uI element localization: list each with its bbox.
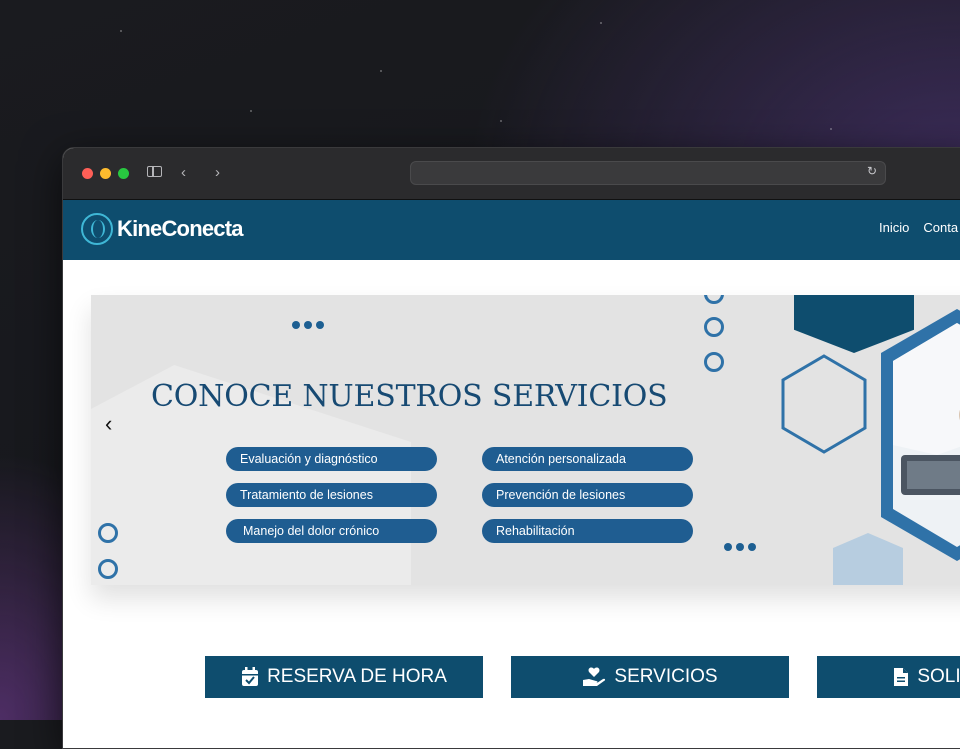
- hero-title: CONOCE NUESTROS SERVICIOS: [151, 379, 668, 414]
- service-pill: Atención personalizada: [482, 447, 693, 471]
- request-button[interactable]: SOLICITUD: [817, 656, 960, 698]
- star: [380, 70, 382, 72]
- decorative-hexagon-outline: [781, 354, 867, 454]
- service-pill: Prevención de lesiones: [482, 483, 693, 507]
- decorative-dots: [292, 321, 324, 329]
- brand-name: KineConecta: [117, 216, 243, 241]
- calendar-check-icon: [242, 667, 259, 686]
- decorative-ring: [704, 295, 724, 304]
- reserve-appointment-button[interactable]: RESERVA DE HORA: [205, 656, 483, 698]
- star: [500, 120, 502, 122]
- nav-link-contacto[interactable]: Conta: [923, 220, 958, 235]
- request-label: SOLICITUD: [917, 666, 960, 687]
- hand-heart-icon: [583, 667, 606, 686]
- reload-icon[interactable]: ↻: [867, 164, 877, 178]
- browser-window: ‹ › ↻ KineConecta Inicio Conta ‹ CONOCE …: [62, 147, 960, 749]
- sidebar-toggle-icon[interactable]: [147, 166, 162, 177]
- address-bar[interactable]: ↻: [410, 161, 886, 185]
- kine-logo-icon: [81, 213, 113, 245]
- decorative-ring: [98, 523, 118, 543]
- decorative-ring: [98, 559, 118, 579]
- services-button[interactable]: SERVICIOS: [511, 656, 789, 698]
- star: [600, 22, 602, 24]
- browser-titlebar: ‹ › ↻: [63, 148, 960, 200]
- forward-arrow-icon[interactable]: ›: [215, 162, 220, 184]
- site-logo[interactable]: KineConecta: [81, 212, 243, 246]
- document-icon: [894, 668, 909, 686]
- back-arrow-icon[interactable]: ‹: [181, 162, 186, 184]
- service-pill: Manejo del dolor crónico: [226, 519, 437, 543]
- star: [830, 128, 832, 130]
- star: [250, 110, 252, 112]
- service-pill: Tratamiento de lesiones: [226, 483, 437, 507]
- site-navbar: KineConecta Inicio Conta: [63, 200, 960, 260]
- decorative-ring: [704, 352, 724, 372]
- reserve-appointment-label: RESERVA DE HORA: [267, 666, 447, 687]
- carousel-prev-button[interactable]: ‹: [105, 411, 112, 437]
- service-pill: Evaluación y diagnóstico: [226, 447, 437, 471]
- close-window-button[interactable]: [82, 168, 93, 179]
- minimize-window-button[interactable]: [100, 168, 111, 179]
- decorative-dots: [724, 543, 756, 551]
- services-label: SERVICIOS: [614, 666, 718, 687]
- decorative-ring: [704, 317, 724, 337]
- nav-link-inicio[interactable]: Inicio: [879, 220, 909, 235]
- services-carousel: ‹ CONOCE NUESTROS SERVICIOS Evaluación y…: [91, 295, 960, 585]
- star: [120, 30, 122, 32]
- service-pill: Rehabilitación: [482, 519, 693, 543]
- nav-menu: Inicio Conta: [879, 220, 958, 235]
- clinic-photo: [881, 309, 960, 561]
- maximize-window-button[interactable]: [118, 168, 129, 179]
